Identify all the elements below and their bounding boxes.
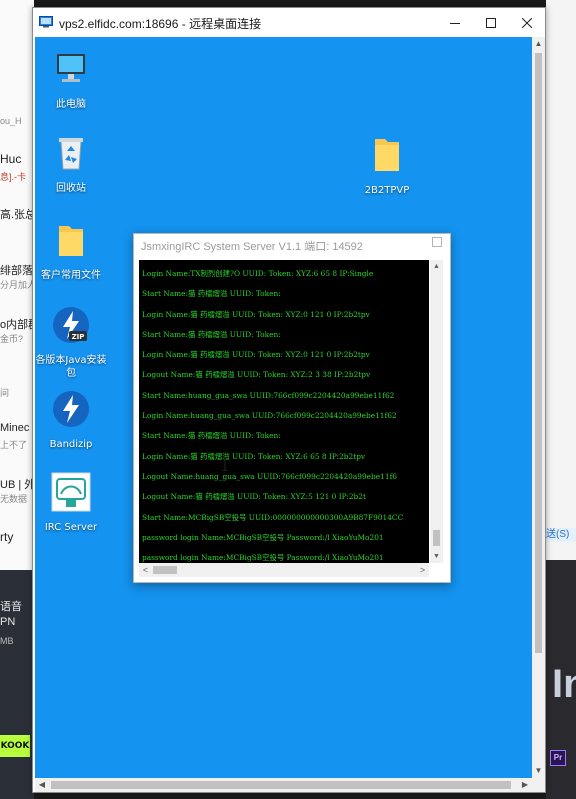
bg-text-fragment: PN [0, 616, 16, 628]
background-left-dark-panel: 语音 PN MB [0, 570, 34, 799]
desktop-icon-java-installer[interactable]: ZIP 各版本Java安装包 [35, 305, 107, 380]
close-icon [522, 17, 532, 28]
rdp-horizontal-scrollbar[interactable]: ◀ ▶ [35, 778, 532, 792]
log-line: Login Name:猫 药檑熠溢 UUID: Token: XYZ:0 121… [142, 309, 370, 319]
premiere-app-icon[interactable]: Pr [550, 750, 566, 766]
log-line: Logout Name:huang_gua_swa UUID:766cf099c… [142, 471, 398, 481]
bg-text-fragment: 绯部落 [0, 265, 33, 277]
bandizip-icon [53, 391, 89, 427]
close-button[interactable] [509, 8, 545, 37]
svg-text:ZIP: ZIP [72, 333, 85, 341]
log-line: Start Name:MCBigSB空投号 UUID:0000000000003… [142, 512, 404, 522]
desktop-icon-label: 各版本Java安装包 [35, 355, 107, 379]
desktop-icon-label: 此电脑 [56, 99, 86, 110]
remote-desktop-area[interactable]: 此电脑 回收站 客户常用文件 ZIP 各版本Java安装包 Bandizip I… [35, 37, 532, 778]
bg-large-text: In [552, 662, 576, 706]
maximize-icon [486, 17, 496, 28]
log-line: Login Name:TX制烈创建?O UUID: Token: XYZ:6 6… [142, 269, 374, 278]
desktop-icon-bandizip[interactable]: Bandizip [35, 389, 107, 451]
desktop-icon-label: IRC Server [44, 522, 98, 533]
scroll-thumb[interactable] [153, 566, 177, 574]
desktop-icon-label: 客户常用文件 [41, 270, 101, 281]
log-line: Logout Name:猫 药檑熠溢 UUID: Token: XYZ:5 12… [142, 492, 366, 502]
scroll-right-arrow-icon[interactable]: > [416, 563, 429, 577]
maximize-icon[interactable] [432, 237, 442, 247]
scroll-down-arrow-icon[interactable]: ▼ [532, 764, 545, 778]
scroll-thumb[interactable] [535, 53, 542, 653]
bg-send-link[interactable]: 送(S) [546, 528, 576, 542]
desktop-icon-label: 回收站 [56, 183, 86, 194]
irc-server-window: JsmxingIRC System Server V1.1 端口: 14592 … [133, 233, 451, 583]
minimize-button[interactable] [437, 8, 473, 37]
bg-text-fragment: Huc [0, 152, 22, 166]
bg-text-fragment: o内部群 [0, 319, 34, 331]
zip-archive-icon: ZIP [53, 307, 89, 343]
log-vertical-scrollbar[interactable]: ▲ ▼ [430, 260, 443, 563]
log-horizontal-scrollbar[interactable]: < > [139, 563, 429, 577]
scroll-right-arrow-icon[interactable]: ▶ [518, 778, 532, 792]
server-log-console[interactable]: Login Name:TX制烈创建?O UUID: Token: XYZ:6 6… [139, 260, 429, 563]
scroll-up-arrow-icon[interactable]: ▲ [532, 37, 545, 51]
irc-server-icon [51, 472, 91, 512]
bg-text-fragment: 无数据 [0, 494, 28, 504]
scroll-left-arrow-icon[interactable]: < [139, 563, 152, 577]
bg-text-fragment: 高.张总 [0, 209, 34, 221]
desktop-icon-label: 2B2TPVP [364, 185, 410, 196]
bg-text-fragment: UB | 外 [0, 479, 34, 491]
bg-text-fragment: MB [0, 636, 14, 646]
folder-icon [375, 139, 399, 171]
scroll-up-arrow-icon[interactable]: ▲ [430, 260, 443, 273]
minimize-icon [450, 22, 460, 24]
maximize-button[interactable] [473, 8, 509, 37]
bg-text-fragment: 息].-卡 [0, 172, 26, 182]
bg-text-fragment: ou_H [0, 116, 22, 126]
scroll-thumb[interactable] [433, 530, 440, 546]
remote-desktop-icon [39, 16, 53, 28]
log-line: Start Name:猫 药檑熠溢 UUID: Token: [142, 329, 281, 339]
log-line: Start Name:猫 药檑熠溢 UUID: Token: [142, 289, 281, 299]
irc-window-title: JsmxingIRC System Server V1.1 端口: 14592 [141, 241, 363, 253]
bg-text-fragment: 金币? [0, 334, 24, 344]
log-line: Login Name:猫 药檑熠溢 UUID: Token: XYZ:6 65 … [142, 451, 366, 461]
desktop-icon-customer-files[interactable]: 客户常用文件 [35, 220, 107, 282]
computer-icon [57, 54, 85, 82]
bg-text-fragment: 语音 [0, 601, 22, 613]
log-line: Login Name:猫 药檑熠溢 UUID: Token: XYZ:0 121… [142, 350, 370, 360]
bg-text-fragment: 分月加人 [0, 280, 34, 290]
bg-text-fragment: 间 [0, 388, 10, 398]
log-line: password login Name:MCBigSB空投号 Password:… [142, 553, 384, 563]
scroll-thumb[interactable] [51, 781, 511, 789]
desktop-icon-this-pc[interactable]: 此电脑 [35, 49, 107, 111]
recycle-bin-icon [59, 138, 83, 170]
log-line: Login Name:huang_gua_swa UUID:766cf099c2… [142, 411, 397, 421]
desktop-icon-recycle-bin[interactable]: 回收站 [35, 133, 107, 195]
scroll-left-arrow-icon[interactable]: ◀ [35, 778, 49, 792]
window-title: vps2.elfidc.com:18696 - 远程桌面连接 [59, 17, 262, 31]
kook-app-icon[interactable]: KOOK [0, 735, 30, 757]
folder-icon [59, 226, 83, 256]
text-cursor-icon [222, 457, 228, 471]
bg-text-fragment: rty [0, 530, 14, 544]
log-line: Logout Name:猫 药檑熠溢 UUID: Token: XYZ:2 3 … [142, 370, 371, 380]
remote-desktop-window: vps2.elfidc.com:18696 - 远程桌面连接 此电脑 回收站 客… [32, 7, 546, 793]
scrollbar-corner [532, 778, 545, 792]
log-line: Start Name:huang_gua_swa UUID:766cf099c2… [142, 390, 395, 400]
log-line: password login Name:MCBigSB空投号 Password:… [142, 532, 384, 542]
bg-text-fragment: 上不了 [0, 440, 28, 450]
log-line: Start Name:猫 药檑熠溢 UUID: Token: [142, 431, 281, 441]
desktop-icon-irc-server[interactable]: IRC Server [35, 472, 107, 534]
desktop-icon-2b2tpvp[interactable]: 2B2TPVP [351, 135, 423, 197]
scroll-down-arrow-icon[interactable]: ▼ [430, 550, 443, 563]
window-titlebar[interactable]: vps2.elfidc.com:18696 - 远程桌面连接 [33, 8, 545, 37]
bg-text-fragment: Minec [0, 422, 30, 434]
rdp-vertical-scrollbar[interactable]: ▲ ▼ [532, 37, 545, 778]
desktop-icon-label: Bandizip [49, 439, 93, 450]
